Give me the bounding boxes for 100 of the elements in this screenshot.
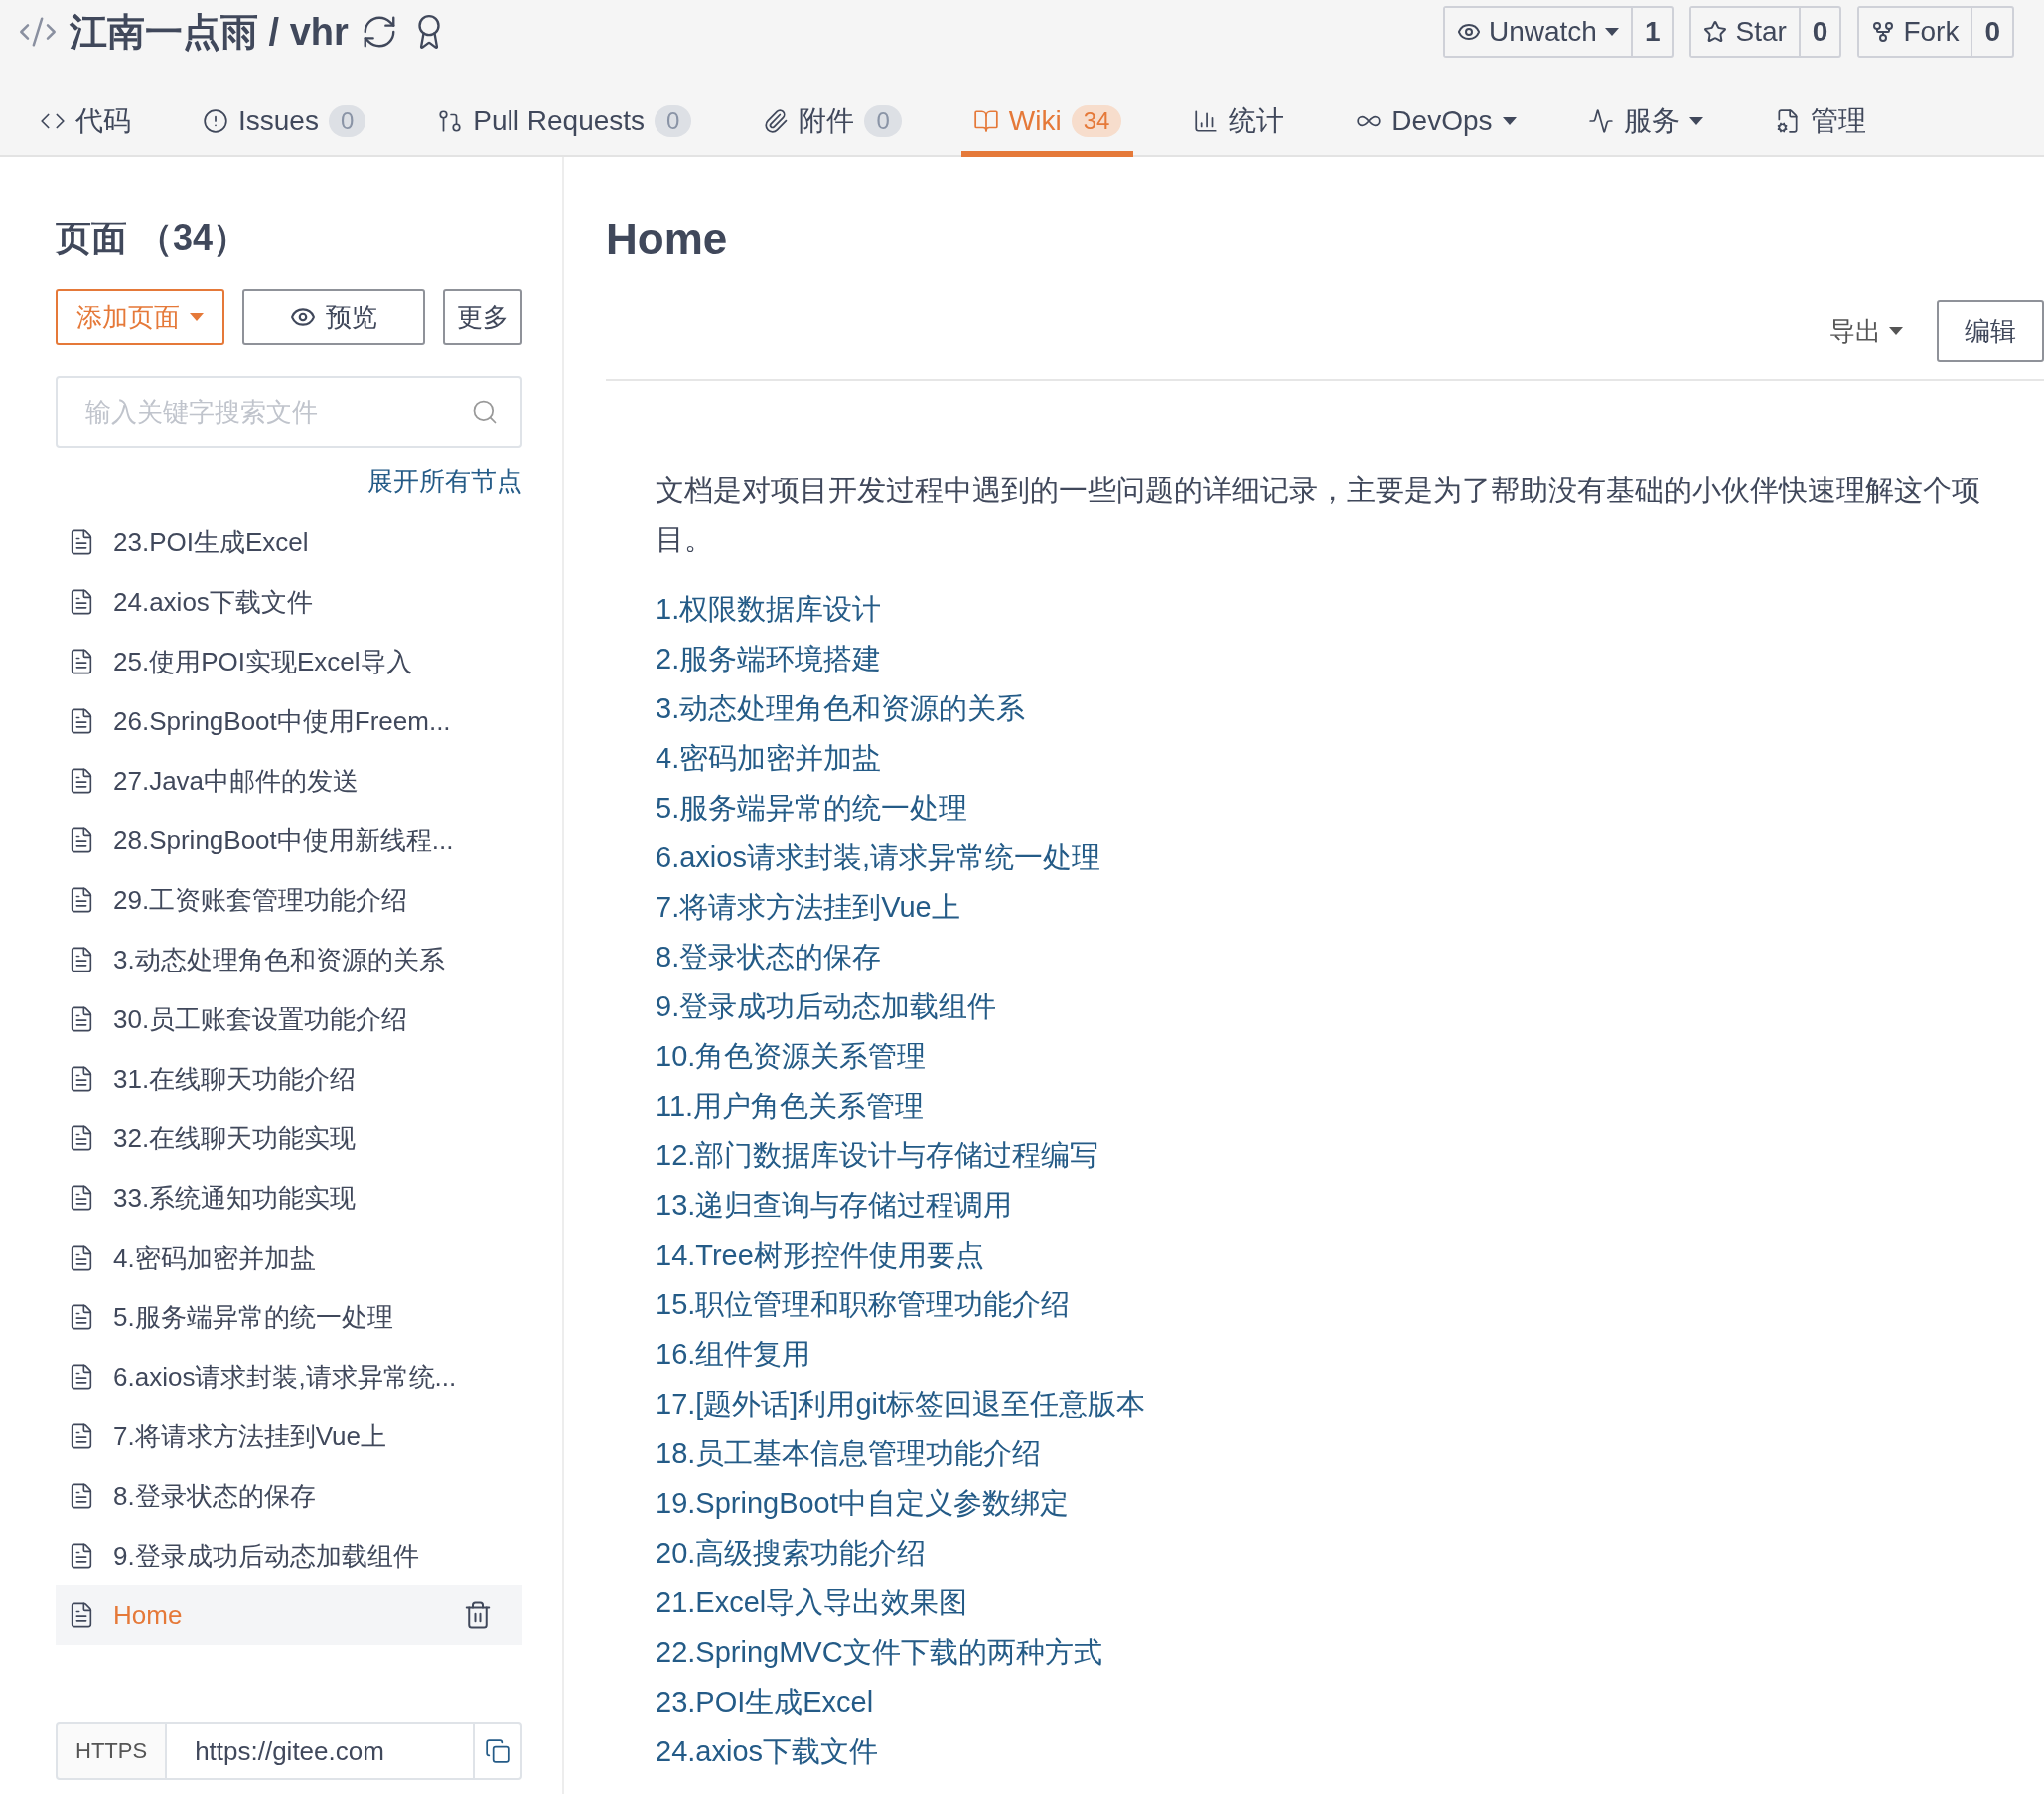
count-badge: 0 [328, 105, 366, 137]
wiki-link[interactable]: 22.SpringMVC文件下载的两种方式 [656, 1627, 1102, 1677]
paperclip-icon [763, 108, 790, 134]
page-item[interactable]: 26.SpringBoot中使用Freem... [56, 691, 522, 751]
copy-button[interactable] [473, 1722, 522, 1780]
wiki-link[interactable]: 6.axios请求封装,请求异常统一处理 [656, 832, 1100, 882]
alert-icon [203, 108, 228, 134]
repo-title[interactable]: 江南一点雨 / vhr [70, 6, 349, 58]
page-label: 7.将请求方法挂到Vue上 [113, 1420, 387, 1453]
expand-all-link[interactable]: 展开所有节点 [56, 464, 522, 499]
search-field[interactable]: 输入关键字搜索文件 [56, 376, 522, 448]
wiki-link[interactable]: 20.高级搜索功能介绍 [656, 1528, 927, 1577]
page-label: 24.axios下载文件 [113, 585, 314, 619]
wiki-link[interactable]: 13.递归查询与存储过程调用 [656, 1180, 1013, 1230]
wiki-link[interactable]: 17.[题外话]利用git标签回退至任意版本 [656, 1379, 1146, 1428]
caret-icon [1889, 327, 1903, 335]
caret-icon [1502, 117, 1517, 125]
page-item[interactable]: 30.员工账套设置功能介绍 [56, 989, 522, 1049]
wiki-link[interactable]: 2.服务端环境搭建 [656, 634, 882, 683]
sidebar-title: 页面 （34） [56, 217, 250, 260]
page-label: 4.密码加密并加盐 [113, 1241, 317, 1274]
nav-tab[interactable]: DevOps [1344, 91, 1529, 157]
wiki-link[interactable]: 24.axios下载文件 [656, 1726, 878, 1776]
page-item[interactable]: 33.系统通知功能实现 [56, 1168, 522, 1228]
page-item[interactable]: 28.SpringBoot中使用新线程... [56, 811, 522, 870]
page-item[interactable]: 32.在线聊天功能实现 [56, 1109, 522, 1168]
page-label: 33.系统通知功能实现 [113, 1181, 358, 1215]
nav-tab[interactable]: 管理 [1762, 91, 1878, 157]
page-item[interactable]: 29.工资账套管理功能介绍 [56, 870, 522, 930]
nav-tab[interactable]: Pull Requests 0 [425, 91, 704, 157]
action-count[interactable]: 0 [1971, 8, 2012, 56]
fork-icon [1871, 20, 1896, 44]
star-icon [1703, 20, 1728, 44]
wiki-link[interactable]: 4.密码加密并加盐 [656, 733, 882, 783]
wiki-link[interactable]: 23.POI生成Excel [656, 1677, 874, 1726]
count-badge: 34 [1071, 105, 1122, 137]
page-item[interactable]: 4.密码加密并加盐 [56, 1228, 522, 1287]
page-label: 26.SpringBoot中使用Freem... [113, 704, 452, 738]
trash-icon[interactable] [463, 1600, 493, 1630]
page-item[interactable]: 8.登录状态的保存 [56, 1466, 522, 1526]
wiki-link[interactable]: 7.将请求方法挂到Vue上 [656, 882, 960, 932]
caret-icon [1688, 117, 1703, 125]
nav-tab[interactable]: 附件 0 [751, 91, 914, 157]
pulse-icon [1587, 108, 1614, 134]
wiki-link[interactable]: 15.职位管理和职称管理功能介绍 [656, 1279, 1071, 1329]
sidebar-button[interactable]: 预览 [242, 289, 425, 345]
nav-tab[interactable]: Issues 0 [191, 91, 378, 157]
page-label: 27.Java中邮件的发送 [113, 764, 361, 798]
wiki-link[interactable]: 3.动态处理角色和资源的关系 [656, 683, 1026, 733]
wiki-link[interactable]: 11.用户角色关系管理 [656, 1081, 925, 1130]
page-item[interactable]: 24.axios下载文件 [56, 572, 522, 632]
page-item[interactable]: 5.服务端异常的统一处理 [56, 1287, 522, 1347]
bar-chart-icon [1193, 108, 1220, 134]
intro-paragraph: 文档是对项目开发过程中遇到的一些问题的详细记录，主要是为了帮助没有基础的小伙伴快速理解这个项目。 [656, 473, 1981, 557]
pull-request-icon [437, 108, 464, 134]
export-button[interactable]: 导出 [1824, 312, 1909, 350]
page-item[interactable]: 9.登录成功后动态加载组件 [56, 1526, 522, 1585]
wiki-link[interactable]: 19.SpringBoot中自定义参数绑定 [656, 1478, 1069, 1528]
count-badge: 0 [655, 105, 692, 137]
book-icon [972, 108, 999, 134]
page-label: 5.服务端异常的统一处理 [113, 1300, 394, 1334]
page-item[interactable]: 23.POI生成Excel [56, 513, 522, 572]
page-label: 3.动态处理角色和资源的关系 [113, 943, 446, 976]
nav-tab[interactable]: 统计 [1181, 91, 1297, 157]
wiki-link[interactable]: 12.部门数据库设计与存储过程编写 [656, 1130, 1099, 1180]
page-item[interactable]: 31.在线聊天功能介绍 [56, 1049, 522, 1109]
nav-tab[interactable]: 服务 [1575, 91, 1715, 157]
page-label: Home [113, 1599, 184, 1631]
page-label: 28.SpringBoot中使用新线程... [113, 823, 455, 857]
page-label: 8.登录状态的保存 [113, 1479, 317, 1513]
page-item[interactable]: 3.动态处理角色和资源的关系 [56, 930, 522, 989]
protocol-label[interactable]: HTTPS [56, 1722, 168, 1780]
action-count[interactable]: 0 [1798, 8, 1840, 56]
page-item[interactable]: 25.使用POI实现Excel导入 [56, 632, 522, 691]
wiki-link[interactable]: 21.Excel导入导出效果图 [656, 1577, 968, 1627]
search-icon [471, 398, 499, 426]
caret-icon [190, 313, 204, 321]
page-item[interactable]: 27.Java中邮件的发送 [56, 751, 522, 811]
url-field[interactable]: https://gitee.com [167, 1722, 473, 1780]
page-label: 23.POI生成Excel [113, 525, 310, 559]
page-item[interactable]: 7.将请求方法挂到Vue上 [56, 1407, 522, 1466]
nav-tab[interactable]: 代码 [28, 91, 143, 157]
wiki-link[interactable]: 8.登录状态的保存 [656, 932, 882, 981]
wiki-link[interactable]: 9.登录成功后动态加载组件 [656, 981, 997, 1031]
wiki-link[interactable]: 18.员工基本信息管理功能介绍 [656, 1428, 1042, 1478]
wiki-link[interactable]: 14.Tree树形控件使用要点 [656, 1230, 984, 1279]
wiki-link[interactable]: 10.角色资源关系管理 [656, 1031, 927, 1081]
wiki-link[interactable]: 16.组件复用 [656, 1329, 811, 1379]
page-label: 9.登录成功后动态加载组件 [113, 1539, 420, 1572]
wiki-link[interactable]: 5.服务端异常的统一处理 [656, 783, 968, 832]
sidebar-button[interactable]: 更多 [443, 289, 522, 345]
count-badge: 0 [864, 105, 902, 137]
wiki-link[interactable]: 1.权限数据库设计 [656, 584, 882, 634]
copy-icon [485, 1738, 511, 1764]
page-item[interactable]: 6.axios请求封装,请求异常统... [56, 1347, 522, 1407]
action-count[interactable]: 1 [1630, 8, 1673, 56]
page-label: 30.员工账套设置功能介绍 [113, 1002, 409, 1036]
page-label: 29.工资账套管理功能介绍 [113, 883, 409, 917]
page-label: 25.使用POI实现Excel导入 [113, 645, 413, 678]
edit-button[interactable]: 编辑 [1937, 300, 2044, 362]
